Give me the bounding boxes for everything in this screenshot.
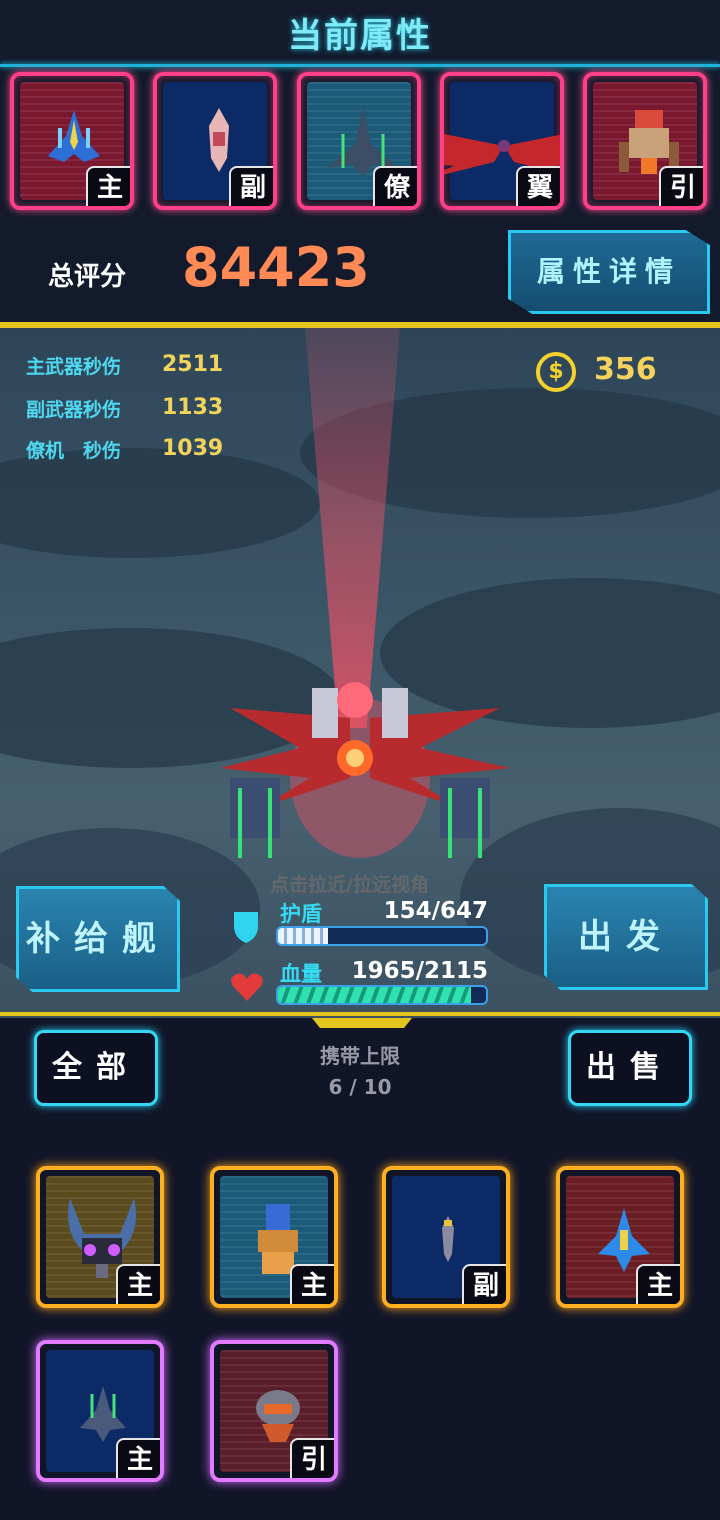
stat-label: 副武器秒伤 [26, 399, 122, 421]
zoom-hint: 点击拉近/拉远视角 [270, 874, 429, 896]
inventory-item[interactable]: 引 [210, 1340, 338, 1482]
carry-limit-value: 6 / 10 [328, 1075, 392, 1099]
green-scout-ship-icon [80, 1386, 126, 1442]
slot-engine[interactable]: 引 [583, 72, 707, 210]
health-value: 1965/2115 [351, 958, 488, 984]
engine-pod-icon [256, 1390, 300, 1442]
health-label: 血量 [280, 962, 322, 986]
shield-value: 154/647 [383, 898, 488, 924]
button-label: 属性详情 [536, 255, 681, 288]
divider-notch [312, 1018, 412, 1028]
stat-value: 1039 [162, 436, 224, 461]
slot-secondary[interactable]: 副 [153, 72, 277, 210]
divider [0, 1012, 720, 1016]
divider [0, 64, 720, 67]
carry-limit-label: 携带上限 [320, 1044, 400, 1068]
stat-label: 僚机 秒伤 [26, 440, 122, 462]
item-tag: 主 [290, 1264, 334, 1304]
health-bar [276, 985, 488, 1005]
missile-icon [442, 1216, 454, 1262]
player-ship-icon [220, 682, 510, 858]
score-value: 84423 [182, 236, 370, 299]
shield-bar-fill [278, 928, 328, 944]
stat-label: 主武器秒伤 [26, 356, 122, 378]
coin-value: 356 [594, 352, 657, 387]
shield-icon [234, 912, 258, 943]
slot-tag: 副 [229, 166, 273, 206]
button-label: 出发 [578, 917, 674, 957]
missile-pod-icon [209, 108, 229, 172]
slot-tag: 主 [86, 166, 130, 206]
shield-label: 护盾 [280, 902, 322, 926]
slot-wing[interactable]: 翼 [440, 72, 564, 210]
depart-button[interactable]: 出发 [544, 884, 708, 990]
attribute-details-button[interactable]: 属性详情 [508, 230, 710, 314]
slot-tag: 翼 [516, 166, 560, 206]
inventory-item[interactable]: 主 [36, 1166, 164, 1308]
stat-value: 1133 [162, 395, 224, 420]
page-title: 当前属性 [288, 16, 432, 56]
slot-tag: 僚 [373, 166, 417, 206]
score-label: 总评分 [48, 262, 127, 292]
item-tag: 主 [116, 1438, 160, 1478]
coin-icon: $ [536, 352, 576, 392]
item-tag: 主 [116, 1264, 160, 1304]
heart-icon [231, 973, 263, 1001]
button-label: 补给舰 [26, 919, 170, 959]
supply-ship-button[interactable]: 补给舰 [16, 886, 180, 992]
inventory-item[interactable]: 副 [382, 1166, 510, 1308]
inventory-item[interactable]: 主 [210, 1166, 338, 1308]
slot-main[interactable]: 主 [10, 72, 134, 210]
health-bar-fill [278, 987, 472, 1003]
slot-wingman[interactable]: 僚 [297, 72, 421, 210]
item-tag: 副 [462, 1264, 506, 1304]
item-tag: 主 [636, 1264, 680, 1304]
shield-bar [276, 926, 488, 946]
item-tag: 引 [290, 1438, 334, 1478]
stat-value: 2511 [162, 352, 224, 377]
inventory-item[interactable]: 主 [556, 1166, 684, 1308]
slot-tag: 引 [659, 166, 703, 206]
inventory-item[interactable]: 主 [36, 1340, 164, 1482]
